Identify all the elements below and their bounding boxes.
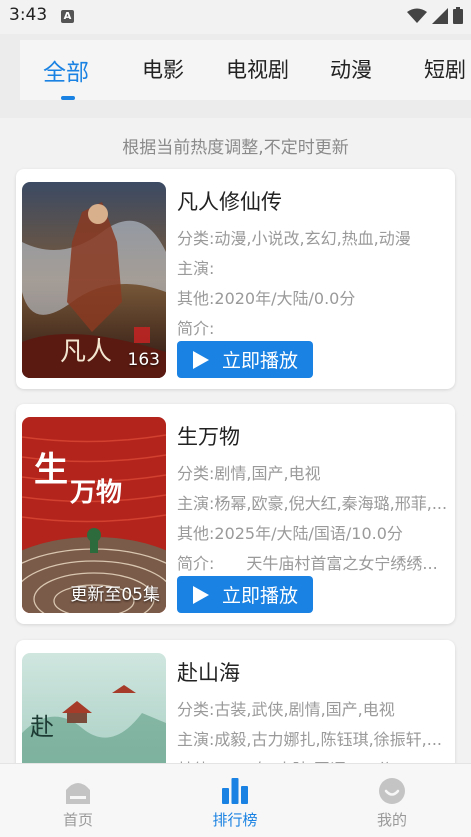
item-intro: 简介: [177, 319, 215, 338]
tab-short-drama[interactable]: 短剧 [424, 54, 466, 84]
item-title[interactable]: 凡人修仙传 [177, 186, 282, 216]
item-category: 分类:动漫,小说改,玄幻,热血,动漫 [177, 229, 411, 248]
active-tab-indicator [61, 96, 75, 100]
item-category: 分类:古装,武侠,剧情,国产,电视 [177, 700, 395, 719]
status-bar: 3:43 A [0, 0, 471, 34]
episode-badge: 163 [127, 350, 160, 370]
home-icon [66, 783, 90, 804]
list-item[interactable]: 生 万物 更新至05集 生万物 分类:剧情,国产,电视 主演:杨幂,欧豪,倪大红… [16, 404, 455, 624]
ranking-notice: 根据当前热度调整,不定时更新 [122, 138, 349, 158]
tab-all[interactable]: 全部 [43, 53, 89, 87]
play-now-button[interactable]: 立即播放 [177, 341, 313, 378]
nav-profile-label: 我的 [376, 811, 407, 829]
profile-icon [379, 778, 405, 804]
nav-profile[interactable]: 我的 [342, 764, 442, 837]
bottom-navigation: 首页 排行榜 我的 [0, 763, 471, 837]
item-category: 分类:剧情,国产,电视 [177, 464, 321, 483]
ranking-icon [222, 778, 248, 804]
nav-home[interactable]: 首页 [28, 764, 128, 837]
svg-text:凡人: 凡人 [60, 337, 112, 367]
svg-text:万物: 万物 [70, 478, 122, 508]
status-icons [407, 7, 463, 24]
nav-ranking-label: 排行榜 [212, 811, 258, 829]
nav-home-label: 首页 [62, 811, 93, 829]
list-item[interactable]: 凡人 163 凡人修仙传 分类:动漫,小说改,玄幻,热血,动漫 主演: 其他:2… [16, 169, 455, 389]
item-cast: 主演:杨幂,欧豪,倪大红,秦海璐,邢菲,... [177, 494, 448, 513]
play-icon [193, 585, 209, 604]
tab-tv-series[interactable]: 电视剧 [226, 54, 289, 84]
screen: 3:43 A 全部 电影 电视剧 动漫 短剧 根据当前热度调整,不定时更新 凡人… [0, 0, 471, 837]
signal-icon [432, 7, 448, 24]
poster-art: 凡人 [22, 182, 166, 378]
svg-text:生: 生 [34, 450, 68, 490]
poster-image[interactable]: 凡人 163 [22, 182, 166, 378]
tab-anime[interactable]: 动漫 [330, 54, 372, 84]
play-now-label: 立即播放 [222, 585, 299, 607]
tab-movie[interactable]: 电影 [142, 54, 184, 84]
notification-a-icon: A [61, 10, 74, 23]
item-cast: 主演:成毅,古力娜扎,陈钰琪,徐振轩,... [177, 730, 442, 749]
category-tab-bar: 全部 电影 电视剧 动漫 短剧 [0, 34, 471, 118]
poster-image[interactable]: 生 万物 更新至05集 [22, 417, 166, 613]
item-title[interactable]: 赴山海 [177, 657, 240, 687]
item-other: 其他:2020年/大陆/0.0分 [177, 289, 356, 308]
play-now-button[interactable]: 立即播放 [177, 576, 313, 613]
svg-text:赴: 赴 [30, 713, 54, 741]
episode-badge: 更新至05集 [70, 585, 160, 605]
play-icon [193, 350, 209, 369]
status-time: 3:43 [9, 5, 48, 25]
wifi-icon [407, 8, 427, 23]
battery-icon [453, 7, 463, 24]
item-title[interactable]: 生万物 [177, 421, 240, 451]
item-intro: 简介: 天牛庙村首富之女宁绣绣... [177, 554, 438, 573]
item-cast: 主演: [177, 259, 215, 278]
nav-ranking[interactable]: 排行榜 [185, 764, 285, 837]
item-other: 其他:2025年/大陆/国语/10.0分 [177, 524, 403, 543]
play-now-label: 立即播放 [222, 350, 299, 372]
